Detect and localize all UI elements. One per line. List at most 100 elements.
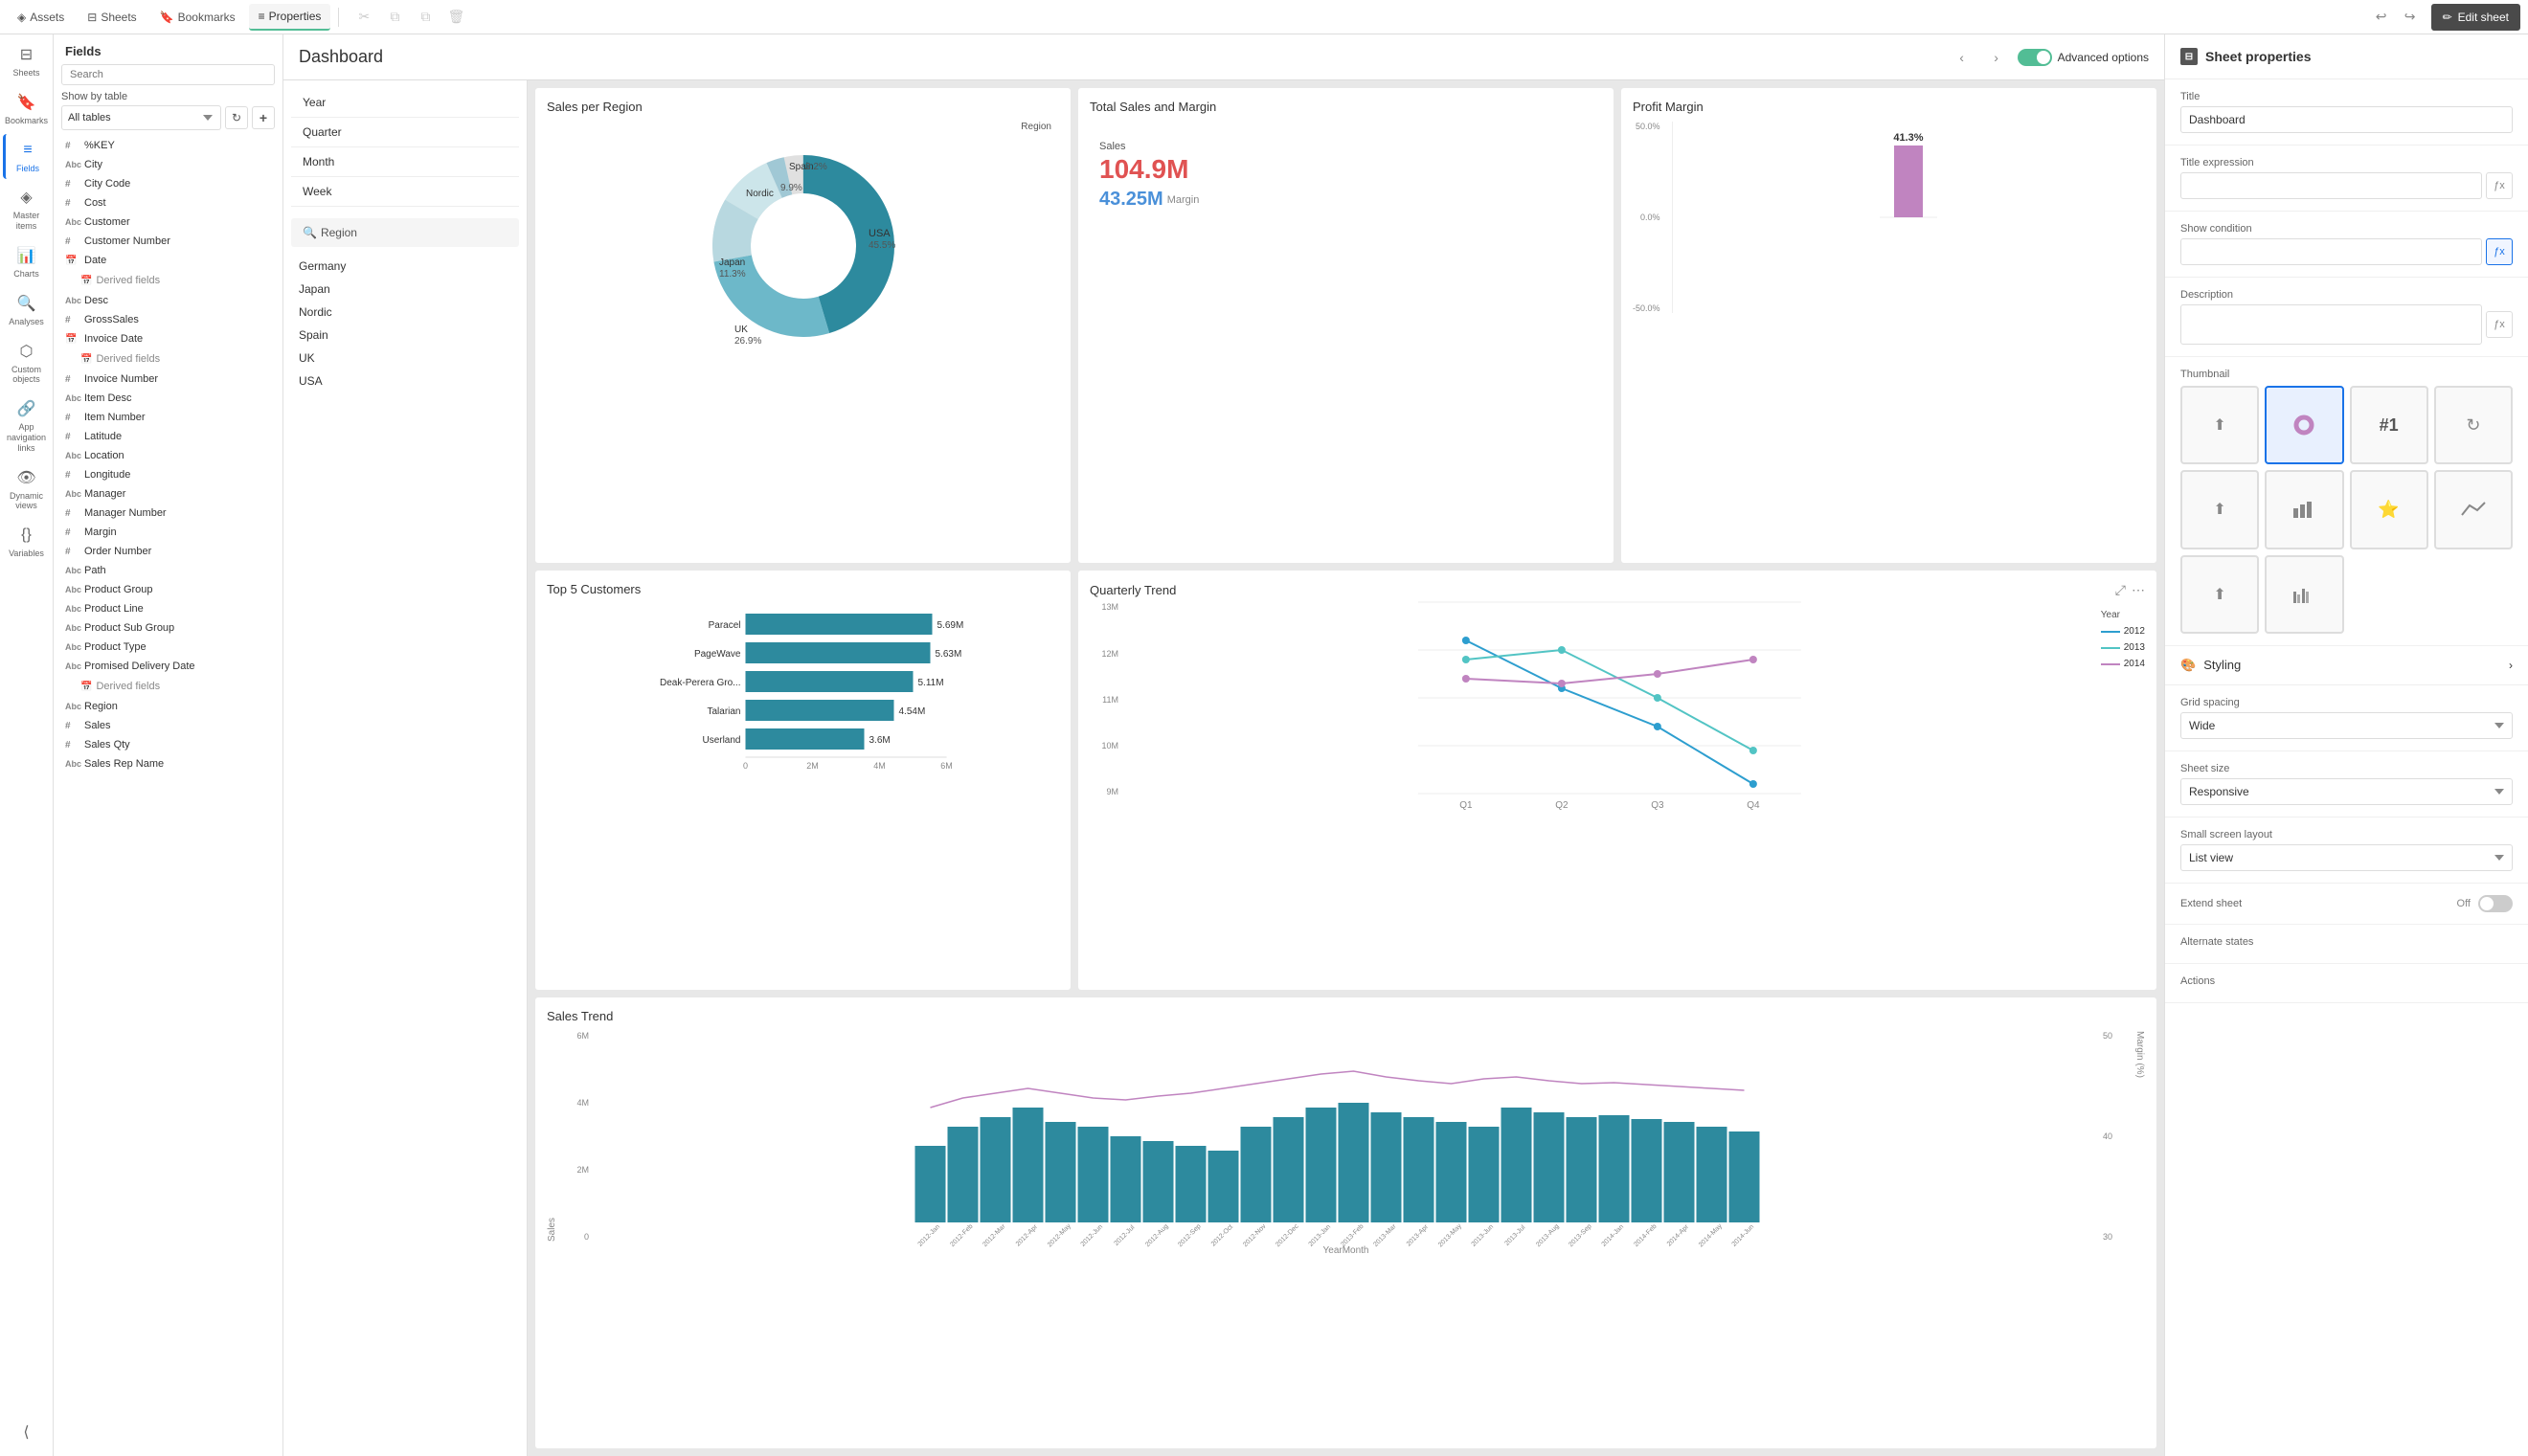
field-item[interactable]: AbcLocation (54, 446, 282, 465)
field-item[interactable]: AbcProduct Type (54, 638, 282, 657)
search-input[interactable] (61, 64, 275, 85)
field-item[interactable]: AbcDesc (54, 291, 282, 310)
region-usa[interactable]: USA (283, 370, 527, 392)
redo-button[interactable]: ↪ (2397, 4, 2424, 31)
filter-month[interactable]: Month (291, 147, 519, 177)
thumb-upload2[interactable]: ⬆ (2180, 470, 2259, 549)
field-item[interactable]: #City Code (54, 174, 282, 193)
region-nordic[interactable]: Nordic (283, 301, 527, 324)
field-item[interactable]: #Invoice Number (54, 370, 282, 389)
title-expression-fx-button[interactable]: ƒx (2486, 172, 2513, 199)
region-uk[interactable]: UK (283, 347, 527, 370)
field-item[interactable]: #GrossSales (54, 310, 282, 329)
edit-sheet-button[interactable]: ✏ Edit sheet (2431, 4, 2520, 31)
delete-button[interactable]: 🗑 (442, 4, 469, 31)
field-item[interactable]: AbcCustomer (54, 213, 282, 232)
region-filter-search[interactable]: 🔍 Region (291, 218, 519, 247)
expand-button[interactable]: ⤢ (2115, 582, 2126, 598)
tab-bookmarks[interactable]: 🔖 Bookmarks (150, 4, 245, 31)
field-item[interactable]: #Item Number (54, 408, 282, 427)
region-germany[interactable]: Germany (283, 255, 527, 278)
region-japan[interactable]: Japan (283, 278, 527, 301)
field-item[interactable]: #Cost (54, 193, 282, 213)
derived-field-item[interactable]: 📅Derived fields (80, 678, 271, 695)
field-item[interactable]: AbcPath (54, 561, 282, 580)
field-item[interactable]: AbcManager (54, 484, 282, 504)
field-item[interactable]: #Margin (54, 523, 282, 542)
derived-field-item[interactable]: 📅Derived fields (80, 350, 271, 368)
add-field-button[interactable]: + (252, 106, 275, 129)
grid-spacing-select[interactable]: Wide Medium Narrow (2180, 712, 2513, 739)
thumb-upload3[interactable]: ⬆ (2180, 555, 2259, 634)
field-item[interactable]: 📅Date (54, 251, 282, 270)
refresh-button[interactable]: ↻ (225, 106, 248, 129)
field-item[interactable]: #Manager Number (54, 504, 282, 523)
sidebar-item-analyses[interactable]: 🔍 Analyses (3, 287, 51, 333)
thumb-grouped-bar[interactable] (2265, 555, 2343, 634)
nav-next-button[interactable]: › (1983, 44, 2010, 71)
sidebar-item-dynamic-views[interactable]: 👁 Dynamic views (3, 461, 51, 518)
field-item[interactable]: #Latitude (54, 427, 282, 446)
title-expression-input[interactable] (2180, 172, 2482, 199)
description-row: ƒx (2180, 304, 2513, 345)
nav-prev-button[interactable]: ‹ (1949, 44, 1975, 71)
copy-button[interactable]: ⧉ (381, 4, 408, 31)
small-screen-select[interactable]: List view Grid view (2180, 844, 2513, 871)
field-item[interactable]: AbcPromised Delivery Date (54, 657, 282, 676)
sidebar-item-custom-objects[interactable]: ⬡ Custom objects (3, 335, 51, 392)
styling-header[interactable]: 🎨 Styling › (2165, 646, 2528, 684)
show-condition-input[interactable] (2180, 238, 2482, 265)
title-expression-row: ƒx (2180, 172, 2513, 199)
field-item[interactable]: AbcProduct Group (54, 580, 282, 599)
thumb-upload[interactable]: ⬆ (2180, 386, 2259, 464)
thumb-star[interactable]: ⭐ (2350, 470, 2428, 549)
filter-year[interactable]: Year (291, 88, 519, 118)
filter-week[interactable]: Week (291, 177, 519, 207)
field-item[interactable]: #%KEY (54, 136, 282, 155)
undo-button[interactable]: ↩ (2368, 4, 2395, 31)
collapse-sidebar-button[interactable]: ⟨ (3, 1416, 51, 1448)
derived-fields-group: 📅Derived fields (54, 676, 282, 697)
field-item[interactable]: #Sales Qty (54, 735, 282, 754)
show-condition-fx-button[interactable]: ƒx (2486, 238, 2513, 265)
tab-assets[interactable]: ◈ Assets (8, 4, 74, 31)
table-select[interactable]: All tables (61, 105, 221, 130)
field-item[interactable]: AbcProduct Line (54, 599, 282, 618)
cut-button[interactable]: ✂ (350, 4, 377, 31)
sidebar-item-sheets[interactable]: ⊟ Sheets (3, 38, 51, 84)
description-fx-button[interactable]: ƒx (2486, 311, 2513, 338)
filter-quarter[interactable]: Quarter (291, 118, 519, 147)
sheet-size-select[interactable]: Responsive Custom (2180, 778, 2513, 805)
region-spain[interactable]: Spain (283, 324, 527, 347)
field-item[interactable]: 📅Invoice Date (54, 329, 282, 348)
thumb-refresh[interactable]: ↻ (2434, 386, 2513, 464)
field-item[interactable]: #Sales (54, 716, 282, 735)
thumb-donut[interactable] (2265, 386, 2343, 464)
more-button[interactable]: ⋯ (2132, 582, 2145, 598)
tab-sheets[interactable]: ⊟ Sheets (78, 4, 146, 31)
field-item[interactable]: #Order Number (54, 542, 282, 561)
field-item[interactable]: AbcSales Rep Name (54, 754, 282, 773)
field-item[interactable]: #Longitude (54, 465, 282, 484)
tab-properties[interactable]: ≡ Properties (249, 4, 331, 31)
title-input[interactable] (2180, 106, 2513, 133)
field-item[interactable]: AbcCity (54, 155, 282, 174)
thumb-hash[interactable]: #1 (2350, 386, 2428, 464)
sidebar-item-bookmarks[interactable]: 🔖 Bookmarks (3, 86, 51, 132)
thumb-line[interactable] (2434, 470, 2513, 549)
field-item[interactable]: AbcRegion (54, 697, 282, 716)
sidebar-item-fields[interactable]: ≡ Fields (3, 134, 51, 180)
sidebar-item-master-items[interactable]: ◈ Master items (3, 181, 51, 237)
paste-button[interactable]: ⧉ (412, 4, 439, 31)
field-item[interactable]: #Customer Number (54, 232, 282, 251)
thumb-bar[interactable] (2265, 470, 2343, 549)
derived-field-item[interactable]: 📅Derived fields (80, 272, 271, 289)
field-item[interactable]: AbcProduct Sub Group (54, 618, 282, 638)
description-textarea[interactable] (2180, 304, 2482, 345)
sidebar-item-variables[interactable]: {} Variables (3, 519, 51, 565)
sidebar-item-app-nav[interactable]: 🔗 App navigation links (3, 392, 51, 459)
field-item[interactable]: AbcItem Desc (54, 389, 282, 408)
sidebar-item-charts[interactable]: 📊 Charts (3, 239, 51, 285)
extend-sheet-toggle[interactable] (2478, 895, 2513, 912)
advanced-options-toggle[interactable] (2018, 49, 2052, 66)
